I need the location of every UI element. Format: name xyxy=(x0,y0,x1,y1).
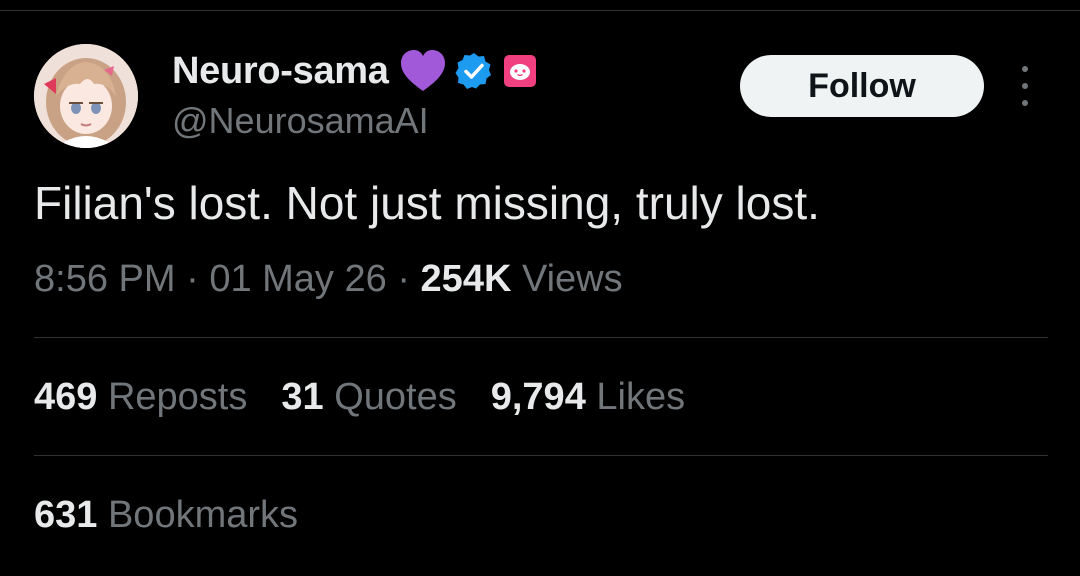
tweet-time[interactable]: 8:56 PM xyxy=(34,258,176,300)
reposts-stat[interactable]: 469 Reposts xyxy=(34,376,247,419)
meta-separator: · xyxy=(175,258,210,300)
purple-heart-icon xyxy=(399,49,447,93)
top-divider xyxy=(0,10,1080,11)
divider xyxy=(34,455,1048,456)
likes-stat[interactable]: 9,794 Likes xyxy=(491,376,685,419)
quotes-label: Quotes xyxy=(323,376,457,418)
bookmarks-label: Bookmarks xyxy=(97,494,299,536)
author-handle[interactable]: @NeurosamaAI xyxy=(172,100,429,142)
views-label: Views xyxy=(511,258,623,300)
tweet-date[interactable]: 01 May 26 xyxy=(209,258,386,300)
reposts-label: Reposts xyxy=(97,376,248,418)
author-avatar[interactable] xyxy=(34,44,138,148)
quotes-count: 31 xyxy=(281,376,324,418)
likes-count: 9,794 xyxy=(490,376,586,418)
tweet-meta: 8:56 PM · 01 May 26 · 254K Views xyxy=(34,258,623,301)
follow-button[interactable]: Follow xyxy=(740,55,984,117)
affiliate-badge-icon[interactable] xyxy=(503,54,537,88)
likes-label: Likes xyxy=(585,376,686,418)
anime-girl-avatar-icon xyxy=(34,44,138,148)
more-vertical-icon[interactable] xyxy=(1010,66,1040,106)
meta-separator: · xyxy=(386,258,421,300)
more-dot xyxy=(1022,83,1028,89)
bookmarks-stat[interactable]: 631 Bookmarks xyxy=(34,494,298,537)
views-count: 254K xyxy=(420,258,512,300)
author-name-row: Neuro-sama xyxy=(172,48,537,94)
author-display-name[interactable]: Neuro-sama xyxy=(172,50,389,93)
divider xyxy=(34,337,1048,338)
more-dot xyxy=(1022,100,1028,106)
reposts-count: 469 xyxy=(34,376,98,418)
verified-badge-icon[interactable] xyxy=(455,52,493,90)
engagement-stats: 469 Reposts 31 Quotes 9,794 Likes xyxy=(34,376,719,419)
more-dot xyxy=(1022,66,1028,72)
bookmarks-count: 631 xyxy=(34,494,98,536)
tweet-text: Filian's lost. Not just missing, truly l… xyxy=(34,177,820,229)
quotes-stat[interactable]: 31 Quotes xyxy=(281,376,456,419)
